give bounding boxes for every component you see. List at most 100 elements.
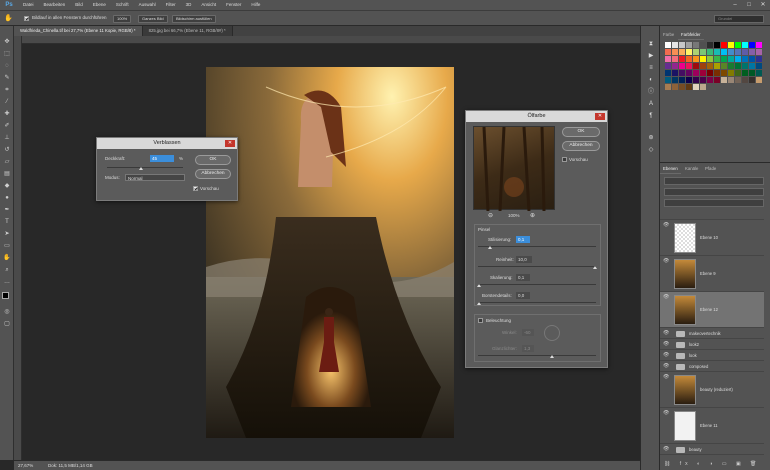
history-brush-tool-icon[interactable]: ↺ bbox=[3, 146, 11, 154]
eraser-tool-icon[interactable]: ▱ bbox=[3, 158, 11, 166]
color-swatch[interactable] bbox=[665, 63, 671, 69]
color-swatch[interactable] bbox=[700, 70, 706, 76]
layer-filter-bar[interactable] bbox=[664, 177, 764, 185]
color-swatch[interactable] bbox=[714, 42, 720, 48]
info-panel-icon[interactable]: ⓘ bbox=[646, 88, 656, 96]
color-swatch[interactable] bbox=[749, 49, 755, 55]
marquee-tool-icon[interactable]: ⬚ bbox=[3, 50, 11, 58]
color-swatch[interactable] bbox=[721, 42, 727, 48]
color-swatch[interactable] bbox=[735, 49, 741, 55]
oil-preview-image[interactable] bbox=[473, 126, 555, 212]
color-swatch[interactable] bbox=[721, 49, 727, 55]
layer-row[interactable]: 👁 look2 bbox=[660, 339, 764, 350]
color-swatch[interactable] bbox=[735, 63, 741, 69]
crop-tool-icon[interactable]: ⌗ bbox=[3, 86, 11, 94]
move-tool-icon[interactable]: ✥ bbox=[3, 38, 11, 46]
color-swatch[interactable] bbox=[665, 84, 671, 90]
pen-tool-icon[interactable]: ✒ bbox=[3, 206, 11, 214]
color-swatch[interactable] bbox=[728, 42, 734, 48]
color-swatch[interactable] bbox=[756, 63, 762, 69]
lighting-checkbox[interactable] bbox=[478, 318, 483, 323]
angle-input[interactable]: -60 bbox=[522, 329, 534, 336]
minimize-button[interactable]: – bbox=[728, 0, 742, 10]
color-swatch[interactable] bbox=[693, 70, 699, 76]
color-swatch[interactable] bbox=[665, 56, 671, 62]
visibility-eye-icon[interactable]: 👁 bbox=[663, 330, 670, 337]
fade-ok-button[interactable]: OK bbox=[195, 155, 231, 165]
zoom-in-icon[interactable]: ⊕ bbox=[530, 212, 535, 219]
angle-dial[interactable] bbox=[544, 325, 560, 341]
color-swatch[interactable] bbox=[728, 70, 734, 76]
color-swatch[interactable] bbox=[693, 77, 699, 83]
color-swatch[interactable] bbox=[700, 42, 706, 48]
bristle-slider[interactable] bbox=[478, 302, 596, 303]
color-swatch[interactable] bbox=[672, 70, 678, 76]
color-swatch[interactable] bbox=[686, 77, 692, 83]
color-swatch[interactable] bbox=[756, 56, 762, 62]
color-swatch[interactable] bbox=[672, 49, 678, 55]
color-swatch[interactable] bbox=[742, 56, 748, 62]
color-swatch[interactable] bbox=[707, 49, 713, 55]
opacity-input[interactable]: 45 bbox=[150, 155, 174, 162]
color-swatch[interactable] bbox=[686, 63, 692, 69]
layer-row[interactable]: 👁 Ebene 12 bbox=[660, 292, 764, 328]
history-panel-icon[interactable]: ⧗ bbox=[646, 40, 656, 48]
color-swatch[interactable] bbox=[672, 42, 678, 48]
healing-tool-icon[interactable]: ✚ bbox=[3, 110, 11, 118]
tab-layers[interactable]: Ebenen bbox=[660, 164, 681, 174]
color-swatch[interactable] bbox=[749, 56, 755, 62]
menu-item[interactable]: Bearbeiten bbox=[39, 0, 71, 10]
color-swatch[interactable] bbox=[714, 49, 720, 55]
scale-slider[interactable] bbox=[478, 284, 596, 285]
color-swatch[interactable] bbox=[735, 77, 741, 83]
dodge-tool-icon[interactable]: ● bbox=[3, 194, 11, 202]
color-swatch[interactable] bbox=[693, 63, 699, 69]
layer-row[interactable]: 👁 beauty bbox=[660, 444, 764, 455]
color-swatch[interactable] bbox=[742, 77, 748, 83]
scale-knob[interactable] bbox=[477, 284, 481, 287]
color-swatch[interactable] bbox=[749, 63, 755, 69]
color-swatch[interactable] bbox=[735, 70, 741, 76]
color-swatch[interactable] bbox=[665, 77, 671, 83]
color-swatch[interactable] bbox=[700, 49, 706, 55]
fade-cancel-button[interactable]: Abbrechen bbox=[195, 169, 231, 179]
layer-row[interactable]: 👁 look bbox=[660, 350, 764, 361]
color-swatch[interactable] bbox=[749, 77, 755, 83]
color-swatch[interactable] bbox=[707, 42, 713, 48]
color-swatch[interactable] bbox=[756, 70, 762, 76]
color-swatch[interactable] bbox=[714, 70, 720, 76]
color-swatch[interactable] bbox=[693, 84, 699, 90]
visibility-eye-icon[interactable]: 👁 bbox=[663, 341, 670, 348]
quick-select-tool-icon[interactable]: ✎ bbox=[3, 74, 11, 82]
zoom-tool-icon[interactable]: ⌕ bbox=[3, 266, 11, 274]
mode-select[interactable]: Normal bbox=[125, 174, 185, 181]
color-swatch[interactable] bbox=[714, 77, 720, 83]
color-swatch[interactable] bbox=[686, 56, 692, 62]
layer-row[interactable]: 👁 beauty (reduziert) bbox=[660, 372, 764, 408]
stylization-input[interactable]: 0,1 bbox=[516, 236, 530, 243]
visibility-eye-icon[interactable]: 👁 bbox=[663, 374, 670, 381]
color-swatch[interactable] bbox=[665, 70, 671, 76]
paragraph-panel-icon[interactable]: ¶ bbox=[646, 112, 656, 120]
lasso-tool-icon[interactable]: ◌ bbox=[3, 62, 11, 70]
bristle-input[interactable]: 0,0 bbox=[516, 292, 530, 299]
color-swatch[interactable] bbox=[756, 77, 762, 83]
stylization-knob[interactable] bbox=[488, 246, 492, 249]
actions-panel-icon[interactable]: ▶ bbox=[646, 52, 656, 60]
color-swatch[interactable] bbox=[693, 49, 699, 55]
shape-tool-icon[interactable]: ▭ bbox=[3, 242, 11, 250]
color-swatch[interactable] bbox=[742, 63, 748, 69]
scale-input[interactable]: 0,1 bbox=[516, 274, 530, 281]
menu-item[interactable]: Schrift bbox=[111, 0, 134, 10]
menu-item[interactable]: Datei bbox=[18, 0, 39, 10]
color-swatch[interactable] bbox=[700, 63, 706, 69]
color-swatch[interactable] bbox=[679, 70, 685, 76]
color-swatch[interactable] bbox=[672, 84, 678, 90]
brush-tool-icon[interactable]: ✐ bbox=[3, 122, 11, 130]
more-tools-icon[interactable]: … bbox=[3, 278, 11, 286]
color-swatch[interactable] bbox=[679, 56, 685, 62]
color-swatch[interactable] bbox=[686, 84, 692, 90]
oil-preview-checkbox[interactable] bbox=[562, 157, 567, 162]
visibility-eye-icon[interactable]: 👁 bbox=[663, 410, 670, 417]
color-swatch[interactable] bbox=[714, 56, 720, 62]
